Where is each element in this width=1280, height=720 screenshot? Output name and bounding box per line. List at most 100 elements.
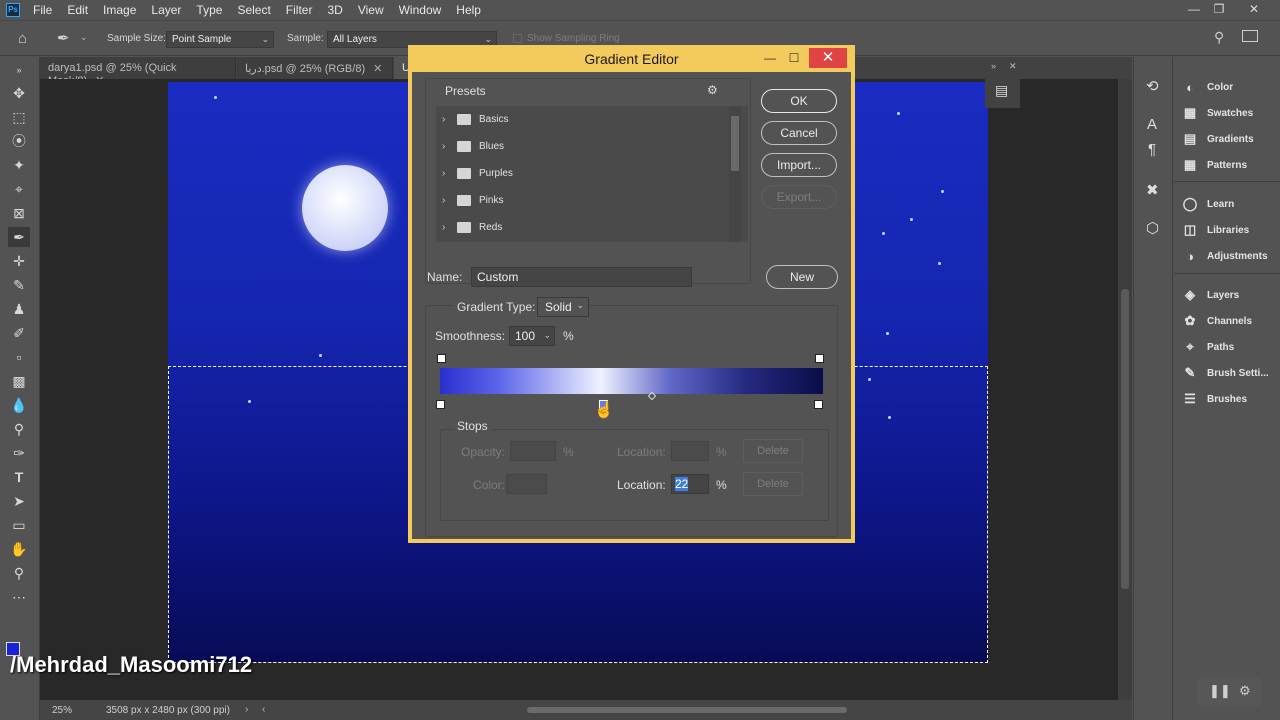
panel-layers[interactable]: ◈ Layers xyxy=(1182,284,1278,306)
preset-basics[interactable]: › Basics xyxy=(442,107,724,131)
cancel-button[interactable]: Cancel xyxy=(761,121,837,145)
stamp-tool-icon[interactable]: ♟ xyxy=(8,299,30,319)
character-icon[interactable]: A xyxy=(1147,116,1157,133)
export-button[interactable]: Export... xyxy=(761,185,837,209)
move-tool-icon[interactable]: ✥ xyxy=(8,83,30,103)
preset-blues[interactable]: › Blues xyxy=(442,134,724,158)
opacity-location-input[interactable] xyxy=(671,441,709,461)
menu-layer[interactable]: Layer xyxy=(144,3,189,17)
dodge-tool-icon[interactable]: ⚲ xyxy=(8,419,30,439)
eyedropper-tool-icon[interactable]: ✒ xyxy=(8,227,30,247)
opacity-stop-left[interactable] xyxy=(437,354,446,363)
color-stop-left[interactable] xyxy=(436,400,445,409)
tools-icon[interactable]: ✖ xyxy=(1146,181,1159,199)
history-brush-tool-icon[interactable]: ✐ xyxy=(8,323,30,343)
preset-purples[interactable]: › Purples xyxy=(442,161,724,185)
maximize-icon[interactable]: ☐ xyxy=(784,48,804,68)
panel-patterns[interactable]: ▦ Patterns xyxy=(1182,154,1278,176)
pause-icon[interactable]: ❚❚ xyxy=(1209,683,1231,699)
close-icon[interactable]: ✕ xyxy=(1243,0,1265,18)
import-button[interactable]: Import... xyxy=(761,153,837,177)
minimize-icon[interactable]: — xyxy=(760,48,780,68)
brush-tool-icon[interactable]: ✎ xyxy=(8,275,30,295)
restore-icon[interactable]: ❐ xyxy=(1208,0,1230,18)
tab-darya[interactable]: دریا.psd @ 25% (RGB/8) ✕ xyxy=(237,57,393,79)
workspace-icon[interactable] xyxy=(1242,30,1258,42)
chevron-down-icon[interactable]: ⌄ xyxy=(543,330,551,341)
smoothness-input[interactable]: 100 ⌄ xyxy=(509,326,555,346)
menu-window[interactable]: Window xyxy=(392,3,450,17)
sample-size-select[interactable]: Point Sample ⌄ xyxy=(166,31,274,48)
gear-icon[interactable]: ⚙ xyxy=(707,83,718,97)
type-tool-icon[interactable]: T xyxy=(8,467,30,487)
collapse-icon[interactable]: » xyxy=(991,61,996,71)
lasso-tool-icon[interactable]: ⦿ xyxy=(8,131,30,151)
menu-image[interactable]: Image xyxy=(96,3,144,17)
home-icon[interactable]: ⌂ xyxy=(18,30,27,47)
chevron-right-icon[interactable]: › xyxy=(442,168,454,179)
frame-tool-icon[interactable]: ⊠ xyxy=(8,203,30,223)
minimize-icon[interactable]: — xyxy=(1183,0,1205,18)
zoom-level[interactable]: 25% xyxy=(52,705,72,716)
opacity-stop-right[interactable] xyxy=(815,354,824,363)
eyedropper-icon[interactable]: ✒ xyxy=(57,29,70,47)
close-icon[interactable]: ✕ xyxy=(809,48,847,68)
blur-tool-icon[interactable]: 💧 xyxy=(8,395,30,415)
opacity-input[interactable] xyxy=(510,441,556,461)
panel-swatches[interactable]: ▦ Swatches xyxy=(1182,102,1278,124)
chevron-right-icon[interactable]: › xyxy=(442,141,454,152)
more-tools-icon[interactable]: ⋯ xyxy=(8,587,30,607)
opacity-delete-button[interactable]: Delete xyxy=(743,439,803,463)
menu-help[interactable]: Help xyxy=(449,3,489,17)
search-icon[interactable]: ⚲ xyxy=(1214,29,1224,46)
gradient-tool-icon[interactable]: ▩ xyxy=(8,371,30,391)
panel-adjustments[interactable]: ◑ Adjustments xyxy=(1182,245,1278,267)
crop-tool-icon[interactable]: ⌖ xyxy=(8,179,30,199)
pen-tool-icon[interactable]: ✑ xyxy=(8,443,30,463)
scroll-thumb[interactable] xyxy=(731,116,739,171)
collapse-icon[interactable]: » xyxy=(8,60,30,80)
preset-reds[interactable]: › Reds xyxy=(442,215,724,239)
panel-libraries[interactable]: ◫ Libraries xyxy=(1182,219,1278,241)
properties-icon[interactable]: ▤ xyxy=(995,82,1008,99)
ok-button[interactable]: OK xyxy=(761,89,837,113)
3d-icon[interactable]: ⬡ xyxy=(1146,219,1159,237)
hand-tool-icon[interactable]: ✋ xyxy=(8,539,30,559)
quick-select-tool-icon[interactable]: ✦ xyxy=(8,155,30,175)
panel-paths[interactable]: ⌖ Paths xyxy=(1182,336,1278,358)
panel-channels[interactable]: ✿ Channels xyxy=(1182,310,1278,332)
show-ring-checkbox[interactable] xyxy=(513,34,522,43)
marquee-tool-icon[interactable]: ⬚ xyxy=(8,107,30,127)
menu-filter[interactable]: Filter xyxy=(279,3,321,17)
menu-select[interactable]: Select xyxy=(230,3,278,17)
color-delete-button[interactable]: Delete xyxy=(743,472,803,496)
video-controls[interactable]: ❚❚ ⚙ xyxy=(1197,678,1261,706)
presets-scrollbar[interactable] xyxy=(729,106,741,242)
gradient-bar[interactable] xyxy=(440,368,823,394)
menu-view[interactable]: View xyxy=(351,3,392,17)
color-location-input[interactable]: 22 xyxy=(671,474,709,494)
new-button[interactable]: New xyxy=(766,265,838,289)
gradient-type-select[interactable]: Solid ⌄ xyxy=(537,297,589,317)
color-stop-right[interactable] xyxy=(814,400,823,409)
close-icon[interactable]: ✕ xyxy=(373,63,382,75)
menu-type[interactable]: Type xyxy=(189,3,230,17)
menu-edit[interactable]: Edit xyxy=(60,3,96,17)
panel-brushes[interactable]: ☰ Brushes xyxy=(1182,388,1278,410)
shape-tool-icon[interactable]: ▭ xyxy=(8,515,30,535)
scroll-thumb[interactable] xyxy=(1121,289,1129,589)
close-icon[interactable]: ✕ xyxy=(1009,61,1017,72)
history-icon[interactable]: ⟲ xyxy=(1146,77,1159,95)
name-input[interactable]: Custom xyxy=(471,267,692,287)
path-select-tool-icon[interactable]: ➤ xyxy=(8,491,30,511)
chevron-left-icon[interactable]: ‹ xyxy=(262,704,265,715)
panel-learn[interactable]: ◯ Learn xyxy=(1182,193,1278,215)
panel-brush-settings[interactable]: ✎ Brush Setti... xyxy=(1182,362,1278,384)
panel-gradients[interactable]: ▤ Gradients xyxy=(1182,128,1278,150)
horizontal-scroll-thumb[interactable] xyxy=(527,707,847,713)
chevron-right-icon[interactable]: › xyxy=(442,195,454,206)
chevron-right-icon[interactable]: › xyxy=(245,704,248,715)
menu-file[interactable]: File xyxy=(26,3,60,17)
chevron-right-icon[interactable]: › xyxy=(442,222,454,233)
panel-color[interactable]: ◐ Color xyxy=(1182,76,1278,98)
